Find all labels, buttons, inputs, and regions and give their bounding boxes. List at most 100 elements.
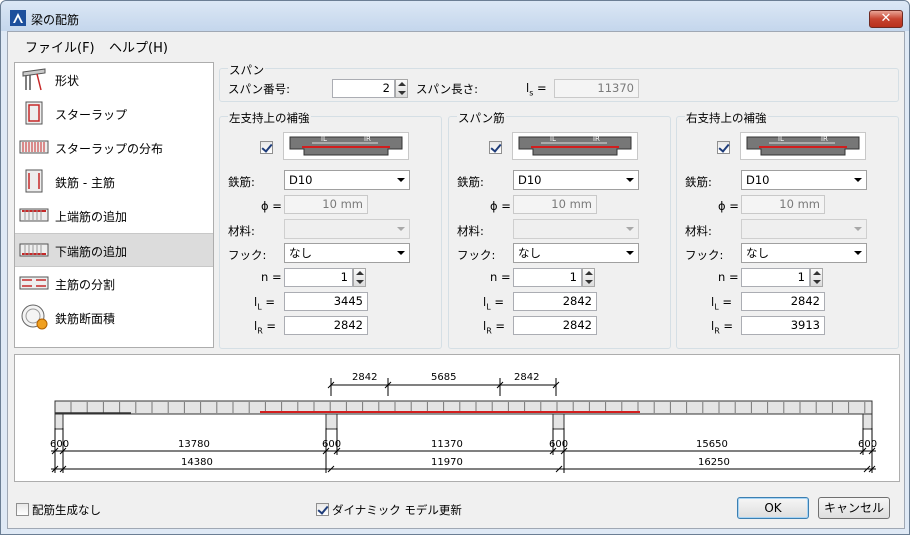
close-button[interactable]: ✕	[869, 10, 903, 28]
right-support-n-spinner[interactable]	[810, 268, 823, 287]
menu-file[interactable]: ファイル(F)	[25, 37, 95, 56]
left-support-lR-input[interactable]: 2842	[284, 316, 368, 335]
cancel-button[interactable]: キャンセル	[818, 497, 890, 519]
sidebar-item-rebar-area[interactable]: 鉄筋断面積	[15, 301, 213, 335]
beam-elevation: 2842 5685 2842 600 600 600 600 13780 113…	[50, 372, 877, 473]
spin-down-icon	[356, 280, 364, 284]
chevron-down-icon	[854, 227, 862, 231]
top-dim-right: 2842	[514, 372, 539, 383]
span-hook-select[interactable]: なし	[513, 243, 639, 263]
sidebar-item-bottom-rebar[interactable]: 下端筋の追加	[15, 233, 213, 267]
left-support-enable-checkbox[interactable]	[260, 141, 273, 154]
span-material-label: 材料:	[457, 224, 484, 238]
rebar-area-icon	[21, 304, 48, 330]
left-support-lR-label: lR =	[254, 319, 277, 336]
span-material-select	[513, 219, 639, 239]
clear-span-1: 13780	[178, 439, 210, 450]
span-length-label: スパン長さ:	[416, 82, 478, 96]
left-support-n-spinner[interactable]	[353, 268, 366, 287]
span-rebar-value: D10	[518, 173, 542, 187]
support-4	[862, 413, 873, 430]
sidebar-item-rebar-split[interactable]: 主筋の分割	[15, 267, 213, 301]
span-number-spinner[interactable]	[395, 79, 408, 98]
span-hook-label: フック:	[457, 248, 496, 262]
span-enable-checkbox[interactable]	[489, 141, 502, 154]
span-number-input[interactable]: 2	[332, 79, 395, 98]
clear-span-3: 15650	[696, 439, 728, 450]
sidebar-item-shape[interactable]: 形状	[15, 63, 213, 97]
chevron-down-icon	[626, 251, 634, 255]
diagram-label-r: lR	[364, 135, 371, 143]
support-dim-2: 600	[322, 439, 341, 450]
span-lR-input[interactable]: 2842	[513, 316, 597, 335]
menu-bar: ファイル(F) ヘルプ(H)	[8, 32, 904, 56]
close-icon: ✕	[880, 11, 892, 26]
clear-span-2: 11370	[431, 439, 463, 450]
span-hook-value: なし	[518, 246, 541, 260]
right-support-rebar-label: 鉄筋:	[685, 175, 712, 189]
left-support-n-input[interactable]: 1	[284, 268, 353, 287]
dynamic-update-label: ダイナミック モデル更新	[332, 503, 462, 517]
span-n-input[interactable]: 1	[513, 268, 582, 287]
menu-help[interactable]: ヘルプ(H)	[109, 37, 168, 56]
sidebar-item-stirrup-distribution[interactable]: スターラップの分布	[15, 131, 213, 165]
span-n-spinner[interactable]	[582, 268, 595, 287]
span-lL-label: lL =	[483, 295, 504, 312]
spin-down-icon	[813, 280, 821, 284]
no-rebar-label: 配筋生成なし	[32, 503, 101, 517]
sidebar-item-stirrup[interactable]: スターラップ	[15, 97, 213, 131]
left-support-lL-input[interactable]: 3445	[284, 292, 368, 311]
diagram-label-l: lL	[321, 135, 327, 143]
ok-button[interactable]: OK	[737, 497, 809, 519]
total-span-3: 16250	[698, 457, 730, 468]
left-support-material-select	[284, 219, 410, 239]
right-support-phi-label: ϕ =	[718, 199, 739, 213]
diagram-label-r: lR	[821, 135, 828, 143]
main-rebar-icon	[25, 169, 43, 193]
right-support-n-label: n =	[718, 270, 739, 284]
left-support-hook-label: フック:	[228, 248, 267, 262]
left-support-rebar-select[interactable]: D10	[284, 170, 410, 190]
left-support-hook-select[interactable]: なし	[284, 243, 410, 263]
right-support-lL-input[interactable]: 2842	[741, 292, 825, 311]
chevron-down-icon	[854, 251, 862, 255]
top-dim-middle: 5685	[431, 372, 456, 383]
left-support-rebar-label: 鉄筋:	[228, 175, 255, 189]
left-support-n-label: n =	[261, 270, 282, 284]
dialog-client: ファイル(F) ヘルプ(H) 形状 スターラップ スターラップの分布 鉄筋 - …	[7, 31, 905, 529]
dynamic-update-checkbox[interactable]	[316, 503, 329, 516]
sidebar-item-label: スターラップ	[55, 108, 128, 122]
diagram-label-l: lL	[778, 135, 784, 143]
beam-diagram: 2842 5685 2842 600 600 600 600 13780 113…	[14, 354, 900, 482]
right-support-hook-select[interactable]: なし	[741, 243, 867, 263]
support-1	[54, 413, 64, 430]
span-rebar-select[interactable]: D10	[513, 170, 639, 190]
right-support-lR-input[interactable]: 3913	[741, 316, 825, 335]
window-title: 梁の配筋	[31, 13, 80, 27]
left-support-material-label: 材料:	[228, 224, 255, 238]
sidebar-item-top-rebar[interactable]: 上端筋の追加	[15, 199, 213, 233]
rebar-split-icon	[19, 276, 49, 290]
spin-down-icon	[585, 280, 593, 284]
right-support-rebar-select[interactable]: D10	[741, 170, 867, 190]
right-support-lR-label: lR =	[711, 319, 734, 336]
span-rebar-label: 鉄筋:	[457, 175, 484, 189]
span-length-symbol: ls =	[526, 81, 547, 98]
left-support-phi-field: 10 mm	[284, 195, 368, 214]
sidebar-item-label: 上端筋の追加	[55, 210, 128, 224]
spin-up-icon	[813, 271, 821, 275]
title-bar[interactable]: 梁の配筋 ✕	[1, 1, 909, 31]
span-length-field: 11370	[554, 79, 639, 98]
span-lL-input[interactable]: 2842	[513, 292, 597, 311]
support-dim-3: 600	[549, 439, 568, 450]
no-rebar-checkbox[interactable]	[16, 503, 29, 516]
right-support-section-diagram: lL lR	[740, 132, 866, 160]
sidebar-item-label: 下端筋の追加	[55, 245, 128, 259]
right-support-n-input[interactable]: 1	[741, 268, 810, 287]
right-support-enable-checkbox[interactable]	[717, 141, 730, 154]
sidebar-item-main-rebar[interactable]: 鉄筋 - 主筋	[15, 165, 213, 199]
sidebar-item-label: スターラップの分布	[55, 142, 164, 156]
diagram-label-l: lL	[550, 135, 556, 143]
sidebar-item-label: 形状	[55, 74, 80, 88]
left-support-lL-label: lL =	[254, 295, 275, 312]
